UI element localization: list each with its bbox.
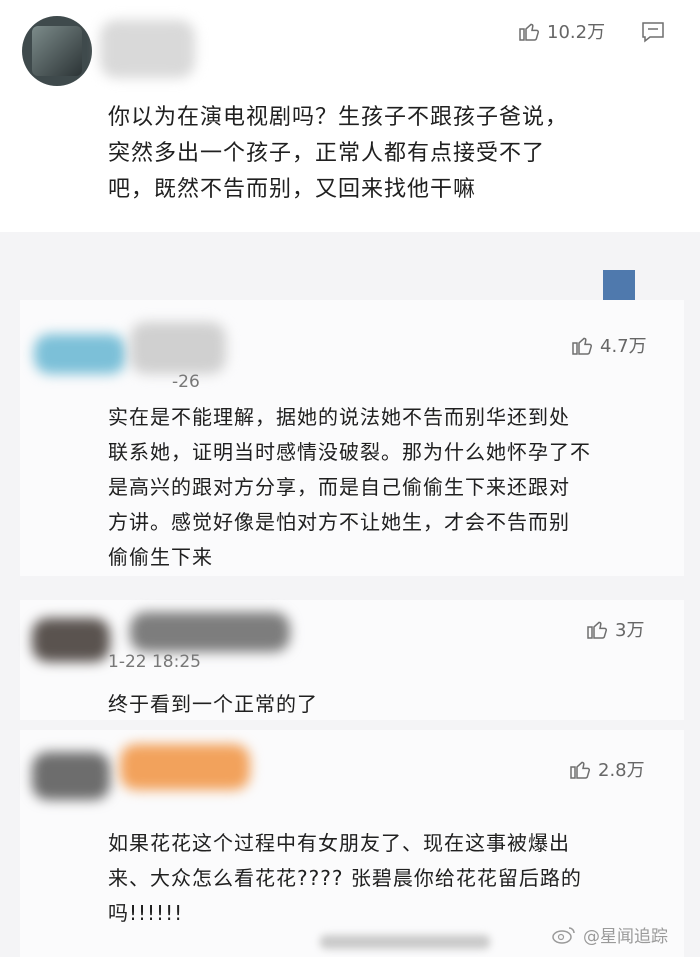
- blurred-username: [120, 744, 250, 790]
- comment-card-2: -26 4.7万 实在是不能理解，据她的说法她不告而别华还到处 联系她，证明当时…: [20, 300, 684, 576]
- blurred-avatar: [32, 752, 110, 800]
- thumbs-up-icon: [570, 761, 591, 779]
- comment-card-3: 3万 1-22 18:25 终于看到一个正常的了: [20, 600, 684, 720]
- comment-card-4: 2.8万 如果花花这个过程中有女朋友了、现在这事被爆出 来、大众怎么看花花???…: [20, 730, 684, 957]
- comment-text: 实在是不能理解，据她的说法她不告而别华还到处 联系她，证明当时感情没破裂。那为什…: [108, 405, 591, 569]
- like-button[interactable]: 4.7万: [570, 332, 647, 358]
- accent-square: [603, 270, 635, 302]
- thumbs-up-icon: [572, 337, 593, 355]
- comment-text: 你以为在演电视剧吗？生孩子不跟孩子爸说， 突然多出一个孩子，正常人都有点接受不了…: [108, 105, 569, 202]
- comment-icon[interactable]: [640, 20, 666, 44]
- watermark: @星闻追踪: [551, 922, 668, 947]
- blurred-username: [100, 20, 195, 78]
- blurred-username: [130, 322, 226, 374]
- comment-time: -26: [172, 372, 200, 392]
- blurred-avatar: [32, 618, 110, 662]
- like-button[interactable]: 3万: [585, 616, 644, 642]
- like-count: 4.7万: [600, 336, 647, 357]
- watermark-text: @星闻追踪: [583, 927, 668, 947]
- like-count: 10.2万: [547, 22, 606, 43]
- like-button[interactable]: 10.2万: [517, 18, 605, 44]
- like-count: 2.8万: [598, 760, 645, 781]
- thumbs-up-icon: [519, 23, 540, 41]
- blurred-avatar: [34, 334, 126, 374]
- comment-card-1: 10.2万 你以为在演电视剧吗？生孩子不跟孩子爸说， 突然多出一个孩子，正常人都…: [0, 0, 700, 232]
- comment-text: 如果花花这个过程中有女朋友了、现在这事被爆出 来、大众怎么看花花???? 张碧晨…: [108, 831, 582, 925]
- blurred-username: [130, 612, 290, 652]
- comment-text: 终于看到一个正常的了: [108, 692, 318, 716]
- thumbs-up-icon: [587, 621, 608, 639]
- avatar[interactable]: [22, 16, 92, 86]
- comment-time: 1-22 18:25: [108, 652, 201, 672]
- like-count: 3万: [615, 620, 645, 641]
- blurred-caption: [320, 935, 490, 949]
- like-button[interactable]: 2.8万: [568, 756, 645, 782]
- weibo-logo-icon: [552, 926, 575, 944]
